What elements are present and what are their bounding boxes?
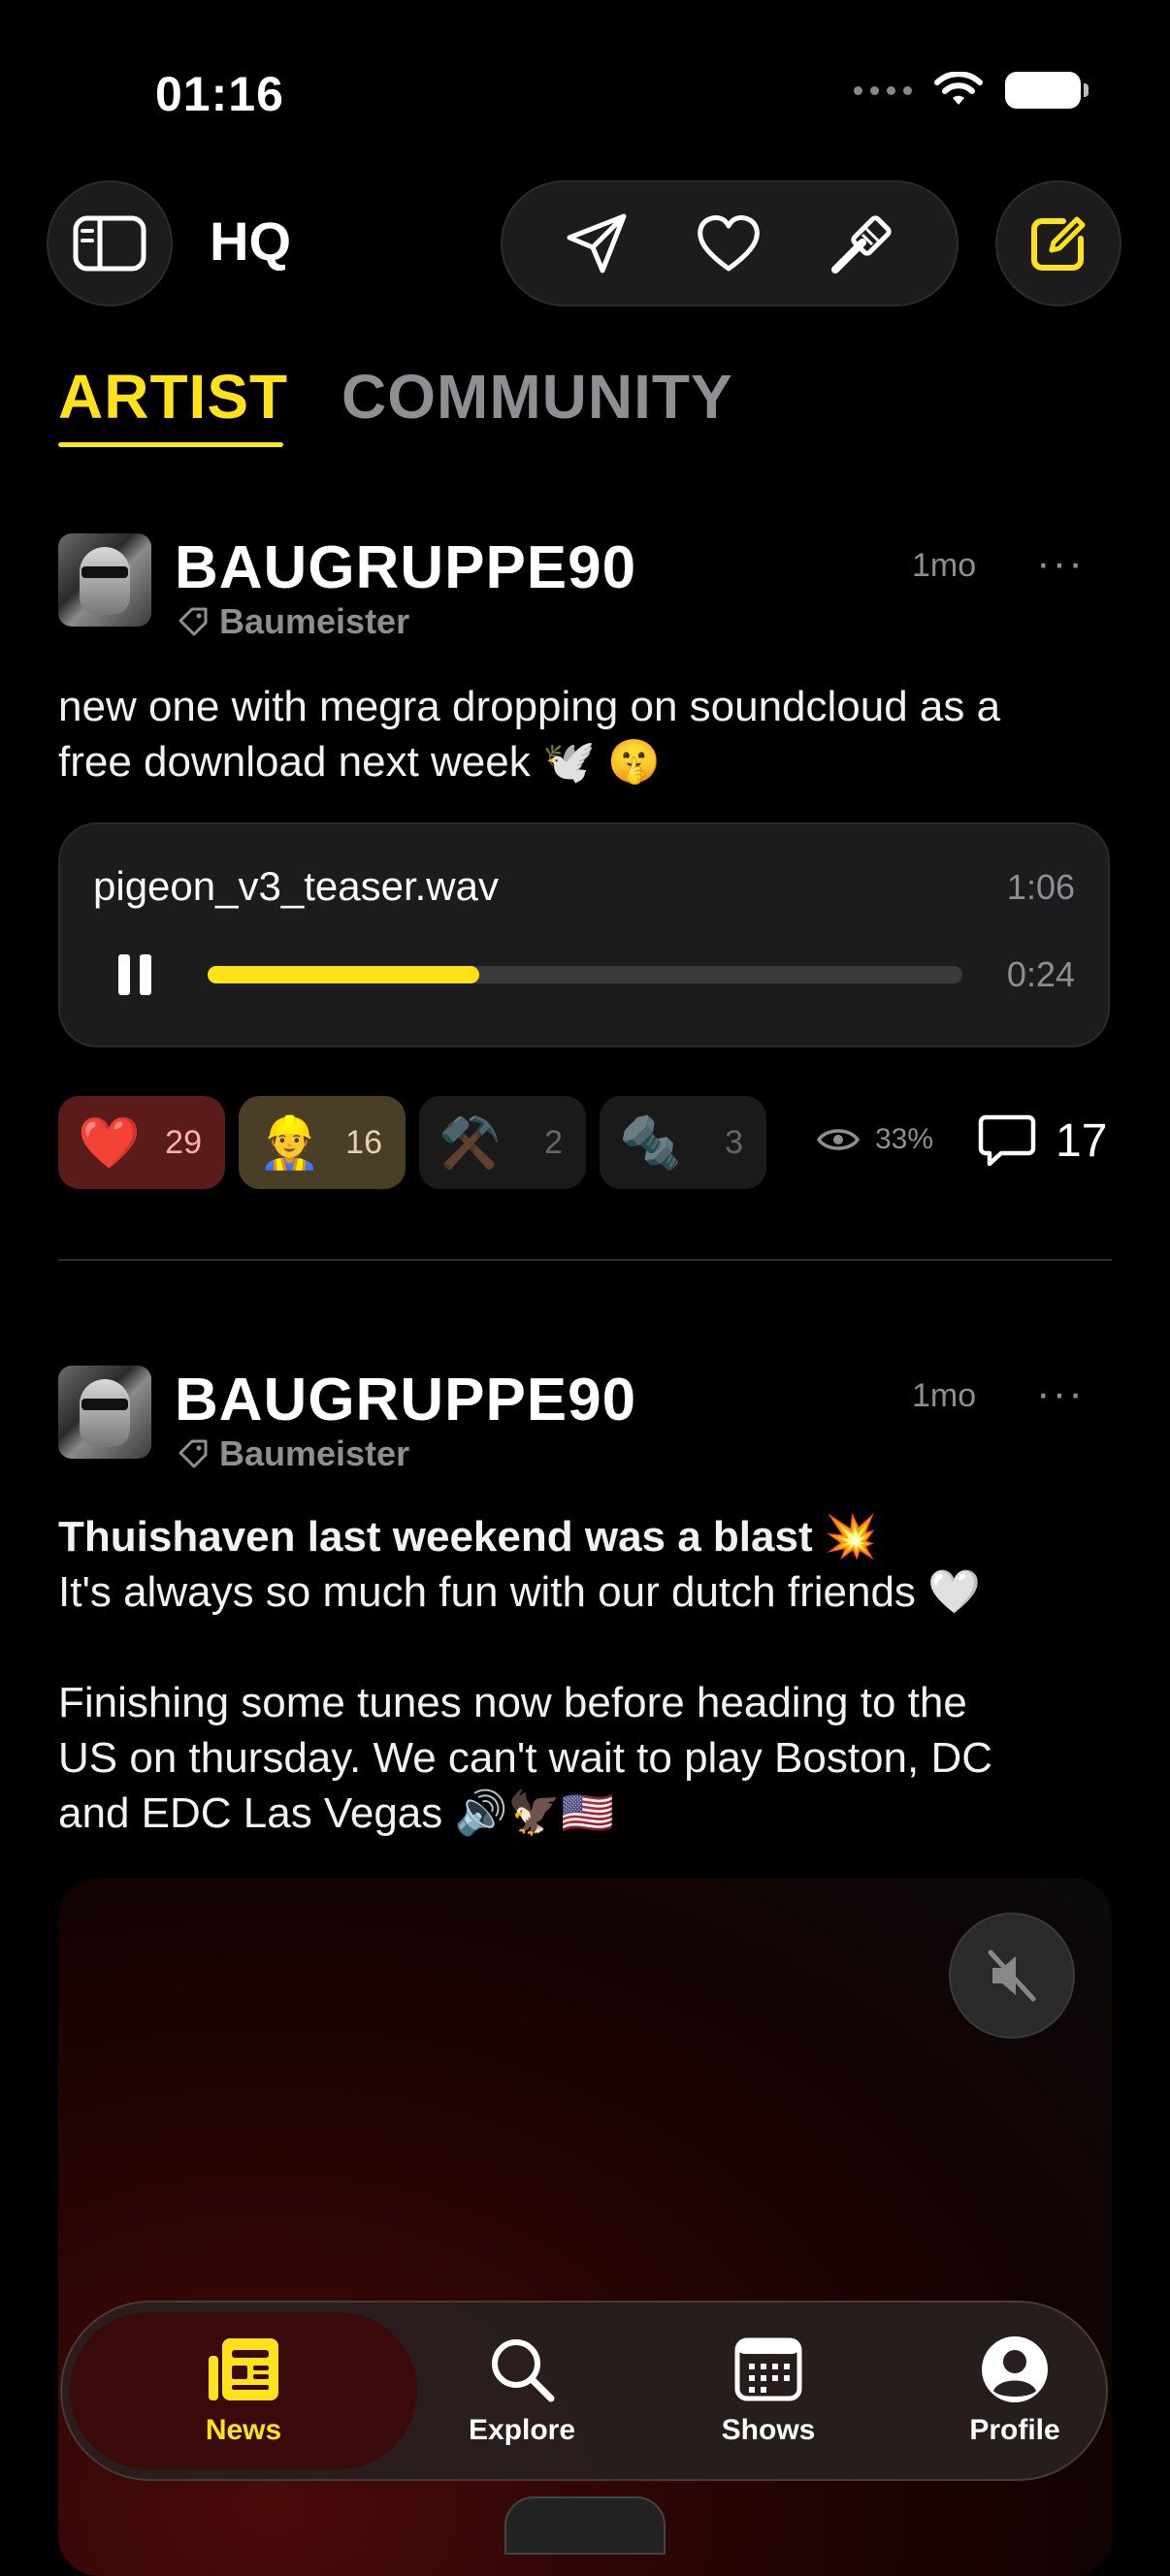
- header-actions: [501, 180, 959, 306]
- tabbar-explore[interactable]: Explore: [398, 2302, 646, 2479]
- audio-player[interactable]: pigeon_v3_teaser.wav 1:06 0:24: [58, 822, 1110, 1047]
- audio-position: 0:24: [1006, 954, 1075, 994]
- tag-icon: [179, 1439, 208, 1468]
- tabbar-shows[interactable]: Shows: [644, 2302, 893, 2479]
- sidebar-icon: [73, 215, 146, 272]
- send-icon[interactable]: [564, 210, 630, 276]
- author-role-label: Baumeister: [219, 601, 410, 641]
- tabbar-news[interactable]: News: [70, 2312, 417, 2469]
- speaker-muted-icon: [988, 1949, 1036, 2002]
- audio-duration: 1:06: [1006, 867, 1075, 907]
- author-role-label: Baumeister: [219, 1433, 410, 1473]
- audio-filename: pigeon_v3_teaser.wav: [93, 863, 499, 909]
- active-tab-indicator: [58, 442, 283, 447]
- reaction-heart[interactable]: ❤️ 29: [58, 1096, 225, 1189]
- compose-icon: [1031, 216, 1086, 271]
- post-author[interactable]: BAUGRUPPE90: [175, 1366, 636, 1434]
- signal-icon: [854, 85, 912, 95]
- tool-icon[interactable]: [828, 209, 895, 277]
- reactions-row: ❤️ 29 👷 16 ⚒️ 2 🔩 3: [58, 1096, 766, 1189]
- news-icon: [209, 2338, 278, 2400]
- tabbar-profile[interactable]: Profile: [891, 2302, 1139, 2479]
- compose-button[interactable]: [995, 180, 1121, 306]
- profile-icon: [982, 2336, 1048, 2402]
- avatar[interactable]: [58, 1366, 151, 1459]
- tag-icon: [179, 607, 208, 636]
- views-indicator: 33%: [817, 1123, 933, 1156]
- comment-icon: [978, 1114, 1036, 1167]
- post-author[interactable]: BAUGRUPPE90: [175, 533, 636, 602]
- post-divider: [58, 1259, 1112, 1261]
- pause-icon[interactable]: [118, 954, 151, 995]
- search-icon: [492, 2339, 555, 2402]
- more-options-button[interactable]: ···: [1036, 1369, 1085, 1418]
- sidebar-toggle-button[interactable]: [47, 180, 173, 306]
- tab-artist[interactable]: ARTIST: [58, 361, 288, 433]
- battery-icon: [1005, 72, 1089, 109]
- post-time: 1mo: [912, 1377, 977, 1414]
- comments-button[interactable]: 17: [978, 1113, 1107, 1168]
- author-role: Baumeister: [177, 601, 409, 642]
- floating-button-peek[interactable]: [504, 2496, 666, 2555]
- mute-button[interactable]: [949, 1913, 1075, 2039]
- reaction-hammer[interactable]: ⚒️ 2: [419, 1096, 586, 1189]
- avatar[interactable]: [58, 533, 151, 627]
- calendar-icon: [734, 2337, 802, 2401]
- bottom-tab-bar: News Explore Shows Profile: [60, 2301, 1108, 2481]
- author-role: Baumeister: [177, 1433, 409, 1474]
- heart-icon[interactable]: [695, 212, 763, 274]
- post-text: Thuishaven last weekend was a blast 💥 It…: [58, 1513, 992, 1837]
- eye-icon: [817, 1129, 860, 1150]
- reaction-worker[interactable]: 👷 16: [239, 1096, 406, 1189]
- reaction-bolt[interactable]: 🔩 3: [600, 1096, 766, 1189]
- post-text: new one with megra dropping on soundclou…: [58, 683, 1001, 786]
- audio-progress-bar[interactable]: [208, 966, 962, 983]
- status-icons: [854, 72, 1089, 109]
- audio-progress-fill: [208, 966, 480, 983]
- post-time: 1mo: [912, 547, 977, 584]
- status-time: 01:16: [155, 67, 284, 121]
- tab-community[interactable]: COMMUNITY: [341, 361, 733, 433]
- page-title: HQ: [210, 210, 291, 272]
- wifi-icon: [934, 72, 983, 105]
- more-options-button[interactable]: ···: [1036, 539, 1085, 588]
